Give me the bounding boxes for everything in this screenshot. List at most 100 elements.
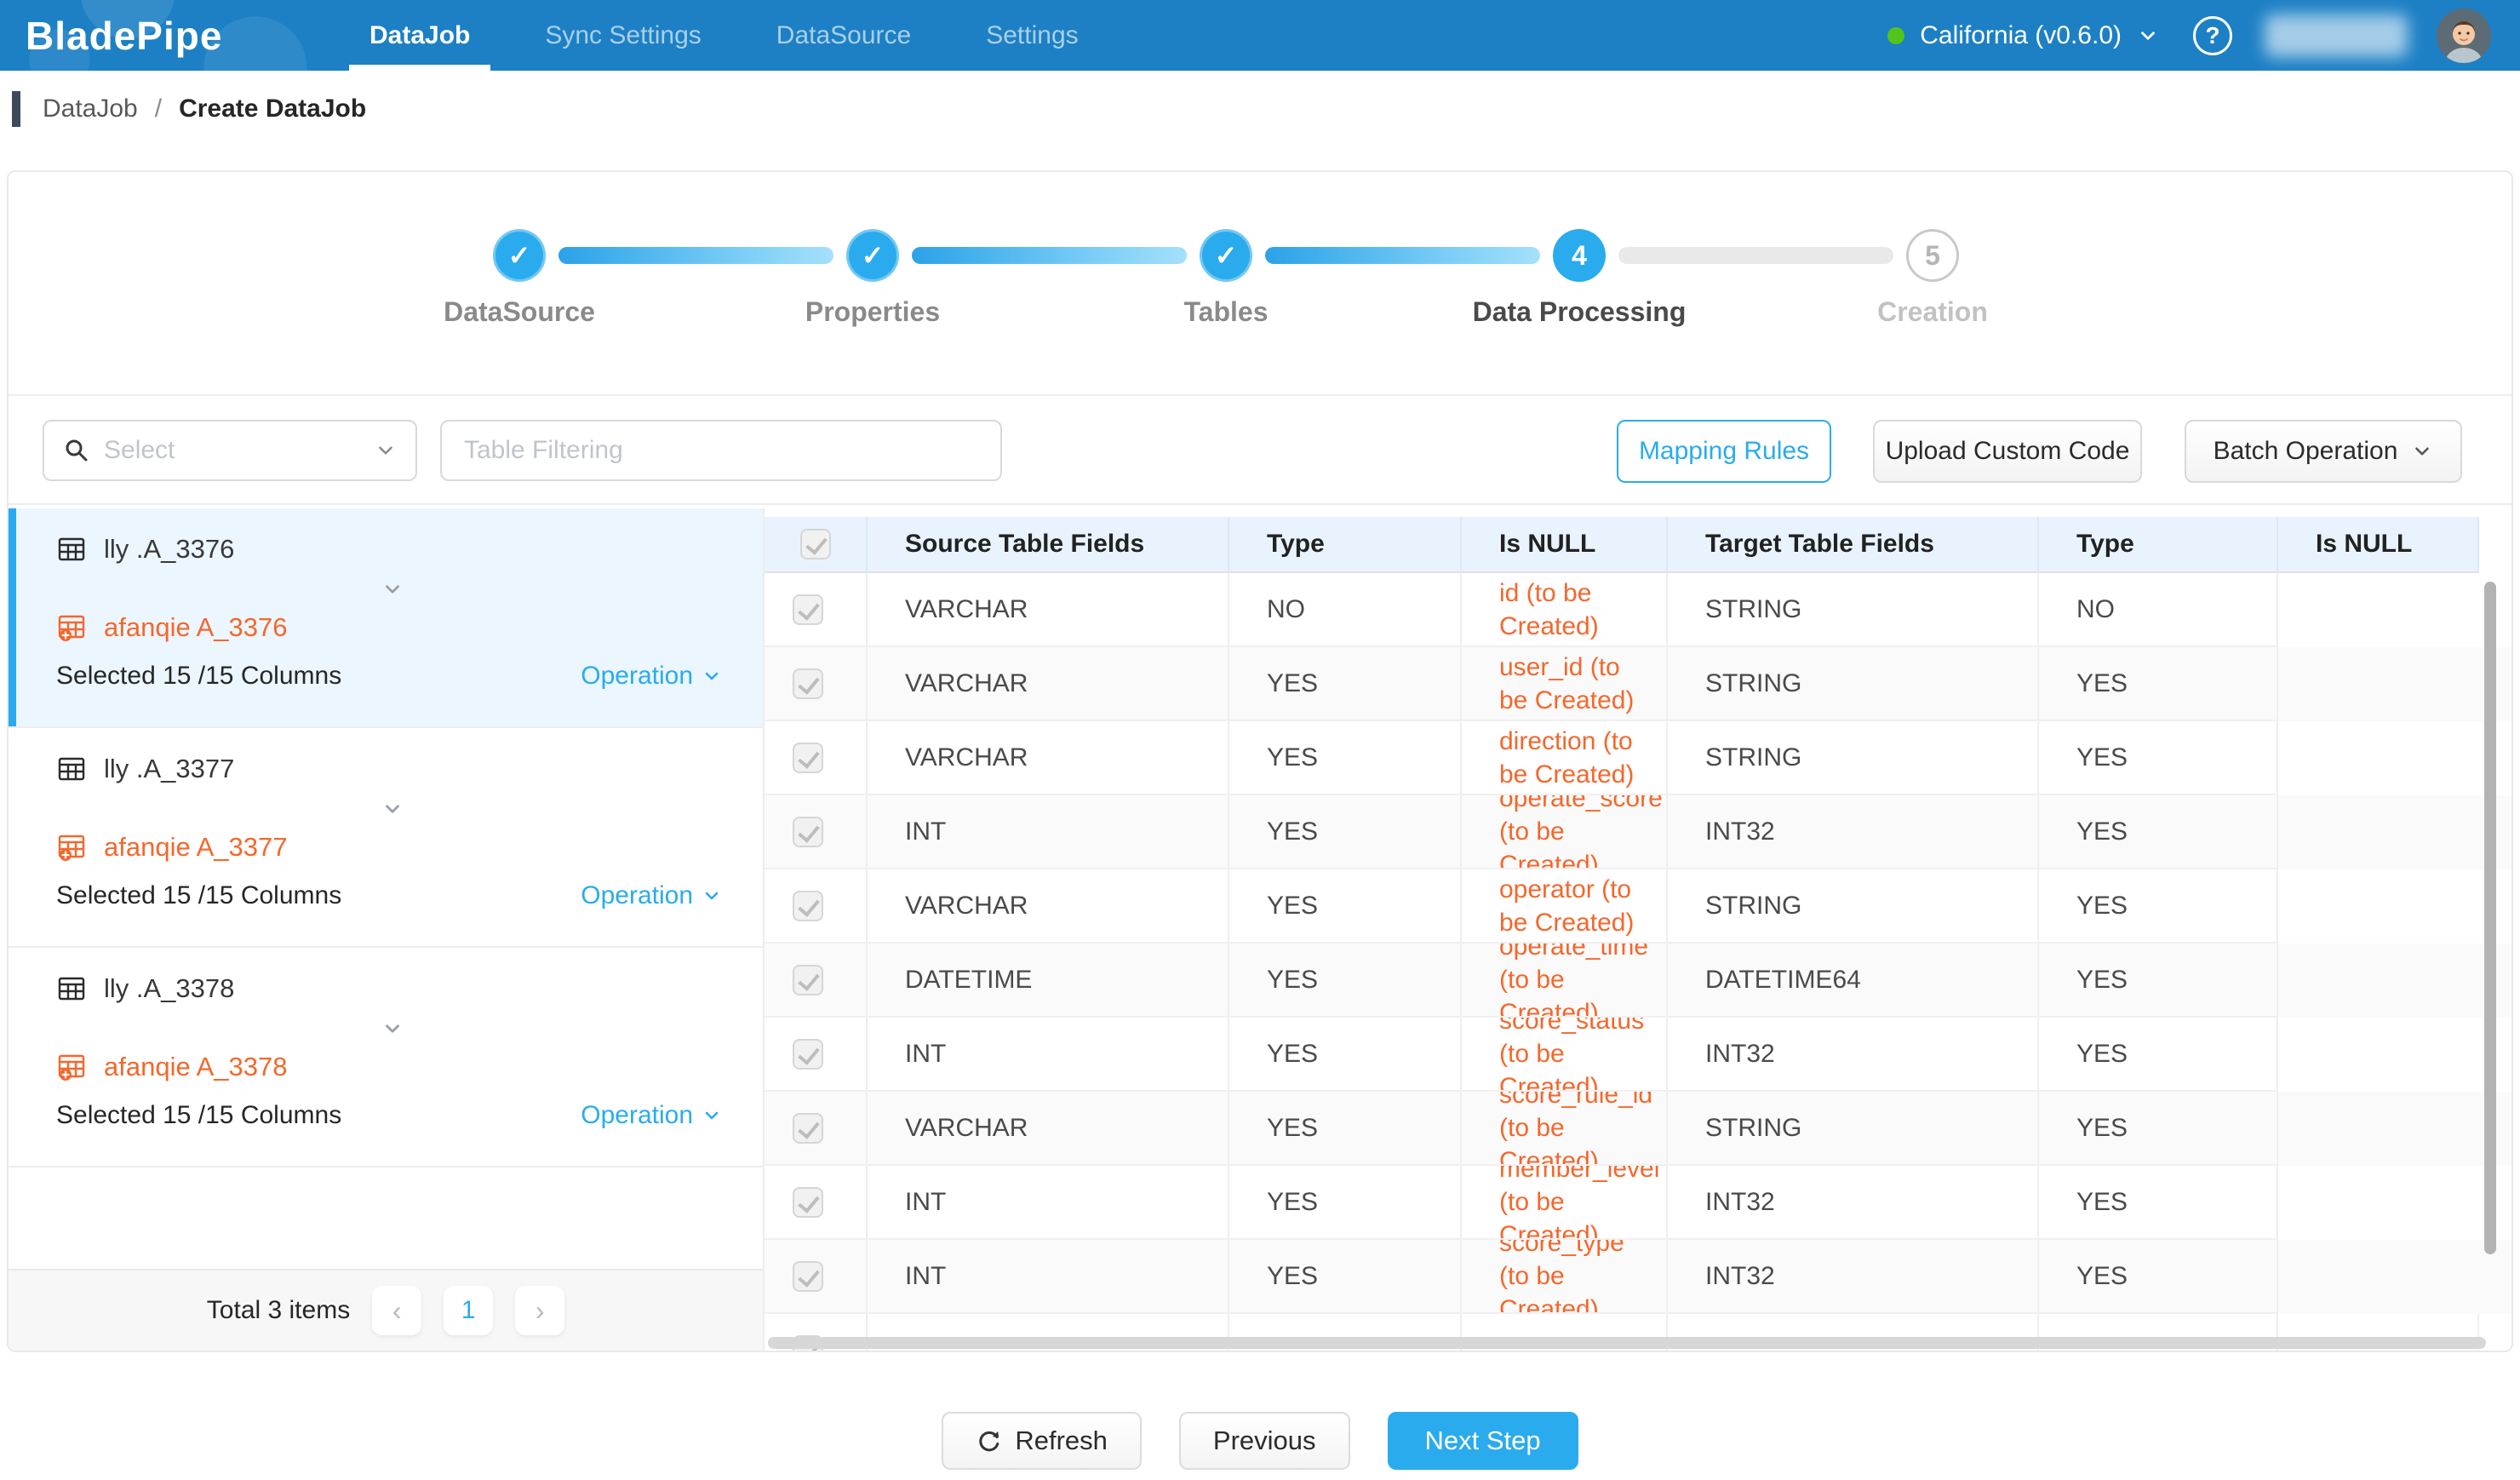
table-icon <box>56 754 87 784</box>
target-field-cell: operate_time (to be Created) <box>1462 944 1668 1018</box>
select-placeholder: Select <box>104 436 375 465</box>
step-circle-data-processing[interactable]: 4 <box>1553 229 1606 282</box>
source-type-cell: VARCHAR <box>868 869 1229 944</box>
operation-link[interactable]: Operation <box>581 1101 722 1130</box>
help-icon[interactable]: ? <box>2193 16 2232 55</box>
upload-custom-code-button[interactable]: Upload Custom Code <box>1873 420 2142 483</box>
horizontal-scrollbar[interactable] <box>768 1337 2486 1349</box>
table-filter-input[interactable] <box>440 420 1002 481</box>
table-mapping-card-3[interactable]: lly .A_3378afanqie A_3378Selected 15 /15… <box>9 948 763 1167</box>
chevron-down-icon[interactable] <box>56 1018 729 1040</box>
source-type-cell: VARCHAR <box>868 647 1229 721</box>
step-label-datasource: DataSource <box>444 296 595 328</box>
table-mapping-card-1[interactable]: lly .A_3376afanqie A_3376Selected 15 /15… <box>9 508 763 728</box>
refresh-icon <box>976 1427 1003 1454</box>
refresh-label: Refresh <box>1015 1426 1108 1456</box>
row-checkbox[interactable] <box>793 1187 823 1218</box>
target-type-cell: STRING <box>1668 573 2039 647</box>
operation-chevron-down-icon <box>702 886 722 906</box>
step-label-data-processing: Data Processing <box>1473 296 1687 328</box>
source-isnull-cell: YES <box>1229 647 1462 721</box>
batch-chevron-down-icon <box>2411 440 2433 462</box>
prev-page-button[interactable]: ‹ <box>372 1286 421 1335</box>
nav-item-datajob[interactable]: DataJob <box>332 0 507 71</box>
next-step-button[interactable]: Next Step <box>1388 1412 1578 1470</box>
source-table-row: lly .A_3376 <box>56 534 729 565</box>
source-isnull-cell: YES <box>1229 1092 1462 1166</box>
source-table-name: lly .A_3377 <box>104 754 234 784</box>
source-isnull-cell: YES <box>1229 1166 1462 1240</box>
source-type-cell: INT <box>868 1166 1229 1240</box>
row-checkbox[interactable] <box>793 1039 823 1070</box>
step-connector-3 <box>1265 247 1540 264</box>
main-panel: ✓DataSource✓Properties✓Tables4Data Proce… <box>7 170 2513 1352</box>
panel-spacer <box>9 1167 763 1269</box>
breadcrumb-accent-bar <box>12 91 20 127</box>
field-table-header: Source Table Fields Type Is NULL Target … <box>765 517 2511 573</box>
header-target-fields: Target Table Fields <box>1668 517 2039 573</box>
select-all-checkbox[interactable] <box>800 529 831 559</box>
row-checkbox[interactable] <box>793 743 823 773</box>
row-checkbox[interactable] <box>793 1113 823 1144</box>
status-dot <box>1887 27 1904 44</box>
operation-link[interactable]: Operation <box>581 881 722 910</box>
region-chevron-down-icon[interactable] <box>2137 25 2159 47</box>
target-type-cell: INT32 <box>1668 1240 2039 1314</box>
operation-link[interactable]: Operation <box>581 662 722 691</box>
nav-item-settings[interactable]: Settings <box>948 0 1115 71</box>
target-field-cell: user_id (to be Created) <box>1462 647 1668 721</box>
row-checkbox[interactable] <box>793 668 823 699</box>
row-checkbox[interactable] <box>793 891 823 921</box>
app-logo[interactable]: BladePipe <box>26 13 306 59</box>
add-table-icon <box>56 1052 87 1082</box>
source-type-cell: INT <box>868 1240 1229 1314</box>
step-label-tables: Tables <box>1184 296 1269 328</box>
card-footer-row: Selected 15 /15 ColumnsOperation <box>56 881 729 910</box>
target-isnull-cell: YES <box>2039 1018 2278 1092</box>
step-label-creation: Creation <box>1877 296 1988 328</box>
target-type-cell: INT32 <box>1668 1018 2039 1092</box>
nav-item-datasource[interactable]: DataSource <box>739 0 948 71</box>
target-type-cell: STRING <box>1668 647 2039 721</box>
table-icon <box>56 973 87 1004</box>
step-connector-1 <box>558 247 833 264</box>
nav-item-sync-settings[interactable]: Sync Settings <box>507 0 738 71</box>
step-circle-datasource[interactable]: ✓ <box>493 229 546 282</box>
row-checkbox[interactable] <box>793 817 823 847</box>
operation-label: Operation <box>581 881 693 910</box>
breadcrumb-parent[interactable]: DataJob <box>43 95 138 123</box>
field-row-3: VARCHARYESdirection (to be Created)STRIN… <box>765 721 2511 795</box>
refresh-button[interactable]: Refresh <box>942 1412 1142 1470</box>
source-isnull-cell: YES <box>1229 795 1462 869</box>
row-checkbox[interactable] <box>793 1261 823 1292</box>
row-checkbox[interactable] <box>793 594 823 625</box>
table-mapping-card-2[interactable]: lly .A_3377afanqie A_3377 Selected 15 /15… <box>9 728 763 948</box>
step-circle-tables[interactable]: ✓ <box>1200 229 1252 282</box>
source-isnull-cell: YES <box>1229 869 1462 944</box>
table-list-panel: lly .A_3376afanqie A_3376 Selected 15 /15… <box>9 508 765 1351</box>
next-page-button[interactable]: › <box>515 1286 564 1335</box>
table-select-dropdown[interactable]: Select <box>43 420 417 481</box>
target-table-row: afanqie A_3377 <box>56 832 729 863</box>
mapping-rules-button[interactable]: Mapping Rules <box>1617 420 1831 483</box>
chevron-down-icon[interactable] <box>56 578 729 600</box>
target-type-cell: STRING <box>1668 869 2039 944</box>
target-table-row: afanqie A_3376 <box>56 612 729 643</box>
table-icon <box>56 534 87 565</box>
chevron-down-icon[interactable] <box>56 798 729 820</box>
avatar[interactable] <box>2437 9 2491 63</box>
target-type-cell: INT32 <box>1668 1166 2039 1240</box>
step-circle-properties[interactable]: ✓ <box>846 229 899 282</box>
current-page-button[interactable]: 1 <box>444 1286 493 1335</box>
source-table-row: lly .A_3377 <box>56 754 729 784</box>
vertical-scrollbar[interactable] <box>2484 582 2496 1254</box>
header-source-type: Type <box>1229 517 1462 573</box>
source-type-cell: INT <box>868 1018 1229 1092</box>
row-checkbox[interactable] <box>793 965 823 995</box>
add-table-icon <box>56 832 87 863</box>
batch-operation-button[interactable]: Batch Operation <box>2185 420 2462 483</box>
previous-button[interactable]: Previous <box>1179 1412 1350 1470</box>
operation-chevron-down-icon <box>702 666 722 686</box>
target-isnull-cell: YES <box>2039 1240 2278 1314</box>
header-target-type: Type <box>2039 517 2278 573</box>
